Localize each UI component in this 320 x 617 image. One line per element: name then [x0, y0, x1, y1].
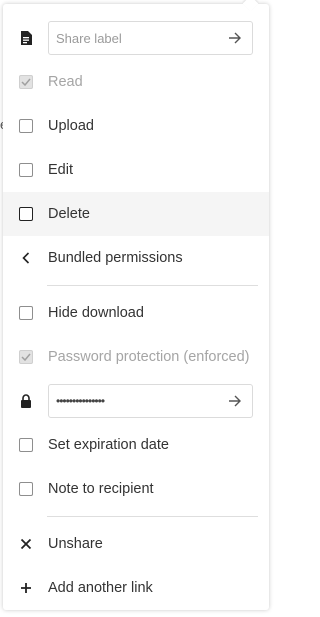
upload-label: Upload	[48, 118, 94, 134]
hide-download-item[interactable]: Hide download	[3, 291, 269, 335]
separator	[47, 285, 258, 286]
hide-download-label: Hide download	[48, 305, 144, 321]
delete-label: Delete	[48, 206, 90, 222]
password-protection-checkbox[interactable]	[19, 350, 33, 364]
read-checkbox[interactable]	[19, 75, 33, 89]
permission-delete[interactable]: Delete	[3, 192, 269, 236]
password-input[interactable]: •••••••••••••••	[48, 384, 253, 418]
arrow-right-icon[interactable]	[228, 395, 242, 407]
share-options-menu: Share label Read Upload Edit Delete Bund…	[3, 0, 269, 610]
plus-icon	[3, 582, 48, 594]
checkmark-icon	[21, 353, 31, 361]
arrow-right-icon[interactable]	[228, 32, 242, 44]
upload-checkbox[interactable]	[19, 119, 33, 133]
expiration-date-label: Set expiration date	[48, 437, 169, 453]
chevron-left-icon	[3, 252, 48, 264]
edit-checkbox[interactable]	[19, 163, 33, 177]
password-protection-label: Password protection (enforced)	[48, 349, 250, 365]
bundled-permissions-item[interactable]: Bundled permissions	[3, 236, 269, 280]
add-another-link-label: Add another link	[48, 580, 153, 596]
note-to-recipient-item[interactable]: Note to recipient	[3, 467, 269, 511]
document-icon	[3, 31, 48, 45]
close-icon	[3, 538, 48, 550]
checkmark-icon	[21, 78, 31, 86]
unshare-label: Unshare	[48, 536, 103, 552]
permission-edit[interactable]: Edit	[3, 148, 269, 192]
password-row: •••••••••••••••	[3, 379, 269, 423]
delete-checkbox[interactable]	[19, 207, 33, 221]
lock-icon	[3, 394, 48, 408]
separator	[47, 516, 258, 517]
hide-download-checkbox[interactable]	[19, 306, 33, 320]
note-to-recipient-label: Note to recipient	[48, 481, 154, 497]
permission-upload[interactable]: Upload	[3, 104, 269, 148]
password-value: •••••••••••••••	[56, 394, 105, 408]
expiration-date-checkbox[interactable]	[19, 438, 33, 452]
share-label-input[interactable]: Share label	[48, 21, 253, 55]
edit-label: Edit	[48, 162, 73, 178]
add-another-link-item[interactable]: Add another link	[3, 566, 269, 610]
bundled-permissions-label: Bundled permissions	[48, 250, 183, 266]
share-label-placeholder: Share label	[56, 30, 122, 46]
permission-read[interactable]: Read	[3, 60, 269, 104]
unshare-item[interactable]: Unshare	[3, 522, 269, 566]
password-protection-item[interactable]: Password protection (enforced)	[3, 335, 269, 379]
read-label: Read	[48, 74, 83, 90]
share-label-row: Share label	[3, 16, 269, 60]
popover-arrow	[242, 0, 259, 12]
expiration-date-item[interactable]: Set expiration date	[3, 423, 269, 467]
note-to-recipient-checkbox[interactable]	[19, 482, 33, 496]
